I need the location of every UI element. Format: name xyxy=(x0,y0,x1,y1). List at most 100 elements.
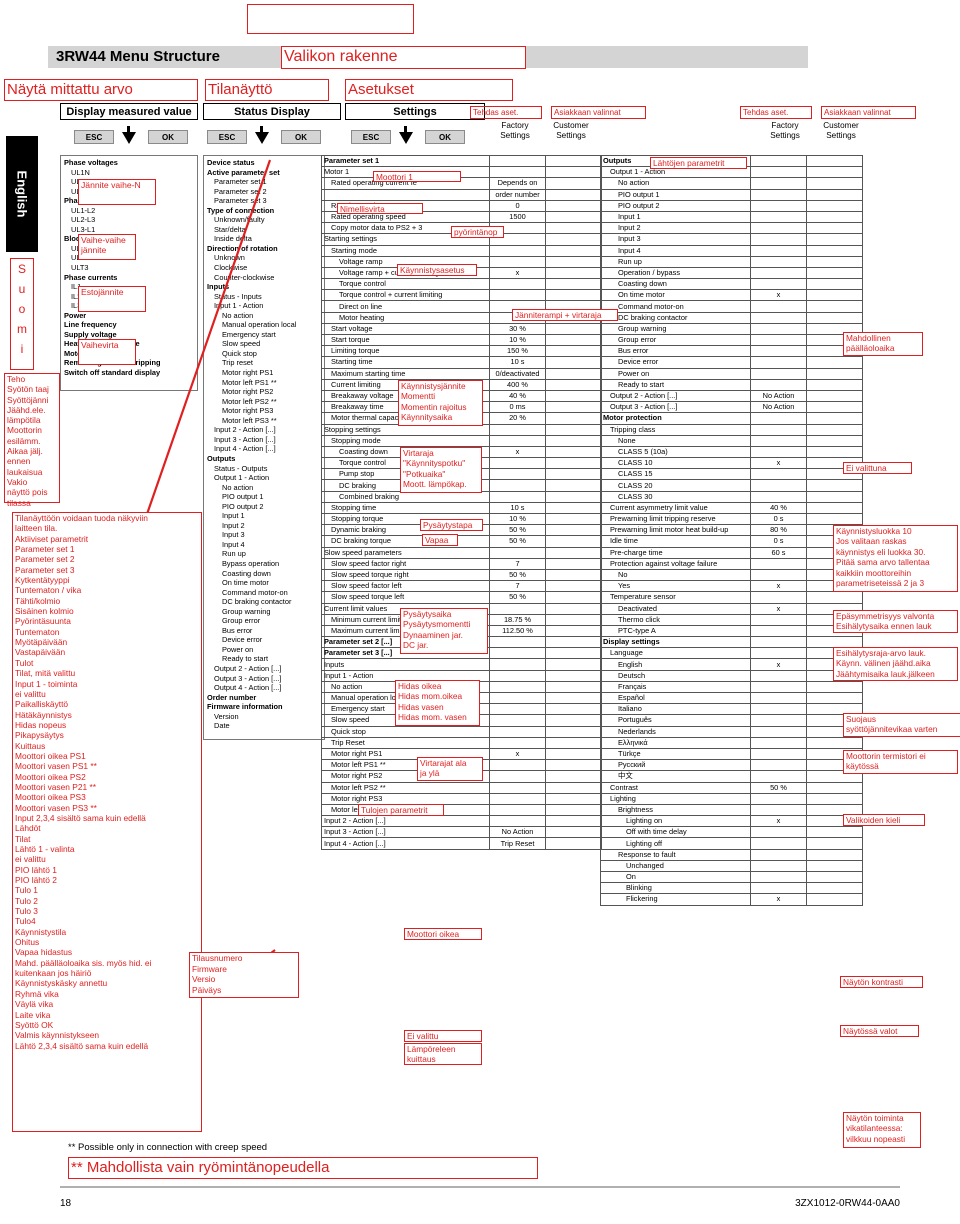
factory-setting-cell[interactable] xyxy=(489,658,546,671)
factory-setting-cell[interactable]: 0 xyxy=(489,199,546,212)
factory-setting-cell[interactable] xyxy=(489,636,546,649)
factory-setting-cell[interactable]: order number xyxy=(489,188,546,201)
factory-setting-cell[interactable] xyxy=(750,691,807,705)
factory-setting-cell[interactable]: 0 s xyxy=(750,535,807,548)
customer-setting-cell[interactable] xyxy=(806,233,863,246)
customer-setting-cell[interactable] xyxy=(806,222,863,235)
factory-setting-cell[interactable]: x xyxy=(489,445,546,459)
factory-setting-cell[interactable] xyxy=(489,479,546,492)
factory-setting-cell[interactable]: 18.75 % xyxy=(489,613,546,626)
customer-setting-cell[interactable] xyxy=(545,457,602,470)
factory-setting-cell[interactable]: 0/deactivated xyxy=(489,367,546,380)
customer-setting-cell[interactable] xyxy=(806,367,863,380)
factory-setting-cell[interactable]: No Action xyxy=(750,401,807,414)
customer-setting-cell[interactable] xyxy=(806,389,863,403)
factory-setting-cell[interactable] xyxy=(750,803,807,817)
factory-setting-cell[interactable] xyxy=(750,882,807,895)
customer-setting-cell[interactable] xyxy=(545,322,602,336)
esc-key-measured[interactable]: ESC xyxy=(74,130,114,144)
customer-setting-cell[interactable] xyxy=(545,222,602,235)
factory-setting-cell[interactable]: x xyxy=(489,266,546,280)
factory-setting-cell[interactable] xyxy=(750,378,807,391)
factory-setting-cell[interactable] xyxy=(750,468,807,481)
customer-setting-cell[interactable] xyxy=(545,278,602,291)
ok-key-measured[interactable]: OK xyxy=(148,130,188,144)
factory-setting-cell[interactable]: 40 % xyxy=(750,501,807,515)
factory-setting-cell[interactable]: 0 s xyxy=(750,512,807,526)
factory-setting-cell[interactable] xyxy=(489,703,546,716)
customer-setting-cell[interactable] xyxy=(806,423,863,436)
factory-setting-cell[interactable] xyxy=(750,624,807,638)
factory-setting-cell[interactable] xyxy=(750,613,807,626)
factory-setting-cell[interactable] xyxy=(750,311,807,324)
suomi-language-tab[interactable]: S u o m i xyxy=(10,258,34,370)
customer-setting-cell[interactable] xyxy=(806,244,863,257)
customer-setting-cell[interactable] xyxy=(545,636,602,649)
customer-setting-cell[interactable] xyxy=(545,770,602,783)
factory-setting-cell[interactable] xyxy=(489,803,546,817)
customer-setting-cell[interactable] xyxy=(806,826,863,839)
factory-setting-cell[interactable] xyxy=(750,557,807,570)
factory-setting-cell[interactable]: 50 % xyxy=(489,591,546,604)
factory-setting-cell[interactable] xyxy=(750,188,807,201)
factory-setting-cell[interactable] xyxy=(489,725,546,738)
customer-setting-cell[interactable] xyxy=(545,266,602,280)
customer-setting-cell[interactable] xyxy=(545,154,602,168)
factory-setting-cell[interactable]: 50 % xyxy=(489,524,546,537)
factory-setting-cell[interactable] xyxy=(750,703,807,716)
factory-setting-cell[interactable] xyxy=(489,602,546,615)
customer-setting-cell[interactable] xyxy=(806,210,863,224)
factory-setting-cell[interactable] xyxy=(750,759,807,772)
factory-setting-cell[interactable]: 50 % xyxy=(489,568,546,582)
factory-setting-cell[interactable]: 50 % xyxy=(489,535,546,548)
factory-setting-cell[interactable] xyxy=(750,870,807,884)
factory-setting-cell[interactable]: 30 % xyxy=(489,322,546,336)
factory-setting-cell[interactable] xyxy=(489,781,546,794)
customer-setting-cell[interactable] xyxy=(806,412,863,425)
customer-setting-cell[interactable] xyxy=(545,580,602,593)
factory-setting-cell[interactable] xyxy=(750,177,807,190)
factory-setting-cell[interactable]: 0 ms xyxy=(489,401,546,414)
customer-setting-cell[interactable] xyxy=(545,389,602,403)
customer-setting-cell[interactable] xyxy=(545,166,602,179)
factory-setting-cell[interactable]: x xyxy=(750,457,807,470)
ok-key-settings[interactable]: OK xyxy=(425,130,465,144)
factory-setting-cell[interactable] xyxy=(489,468,546,481)
factory-setting-cell[interactable]: x xyxy=(750,815,807,828)
factory-setting-cell[interactable]: 150 % xyxy=(489,345,546,358)
customer-setting-cell[interactable] xyxy=(806,591,863,604)
customer-setting-cell[interactable] xyxy=(545,233,602,246)
factory-setting-cell[interactable] xyxy=(750,233,807,246)
factory-setting-cell[interactable] xyxy=(489,680,546,694)
factory-setting-cell[interactable] xyxy=(489,255,546,268)
customer-setting-cell[interactable] xyxy=(545,501,602,515)
factory-setting-cell[interactable] xyxy=(750,479,807,492)
factory-setting-cell[interactable]: 60 s xyxy=(750,546,807,559)
customer-setting-cell[interactable] xyxy=(806,356,863,369)
customer-setting-cell[interactable] xyxy=(806,166,863,179)
factory-setting-cell[interactable]: x xyxy=(750,580,807,593)
factory-setting-cell[interactable]: 10 s xyxy=(489,501,546,515)
customer-setting-cell[interactable] xyxy=(545,289,602,302)
customer-setting-cell[interactable] xyxy=(545,188,602,201)
factory-setting-cell[interactable] xyxy=(750,725,807,738)
customer-setting-cell[interactable] xyxy=(545,524,602,537)
customer-setting-cell[interactable] xyxy=(806,512,863,526)
factory-setting-cell[interactable] xyxy=(750,568,807,582)
factory-setting-cell[interactable]: x xyxy=(750,658,807,671)
factory-setting-cell[interactable] xyxy=(489,759,546,772)
customer-setting-cell[interactable] xyxy=(806,680,863,694)
customer-setting-cell[interactable] xyxy=(545,602,602,615)
factory-setting-cell[interactable]: 10 % xyxy=(489,333,546,347)
customer-setting-cell[interactable] xyxy=(806,781,863,794)
factory-setting-cell[interactable] xyxy=(750,770,807,783)
factory-setting-cell[interactable]: 80 % xyxy=(750,524,807,537)
customer-setting-cell[interactable] xyxy=(545,255,602,268)
factory-setting-cell[interactable] xyxy=(489,770,546,783)
factory-setting-cell[interactable] xyxy=(489,434,546,447)
factory-setting-cell[interactable]: 10 % xyxy=(489,512,546,526)
customer-setting-cell[interactable] xyxy=(806,266,863,280)
customer-setting-cell[interactable] xyxy=(545,210,602,224)
customer-setting-cell[interactable] xyxy=(545,367,602,380)
factory-setting-cell[interactable] xyxy=(750,278,807,291)
